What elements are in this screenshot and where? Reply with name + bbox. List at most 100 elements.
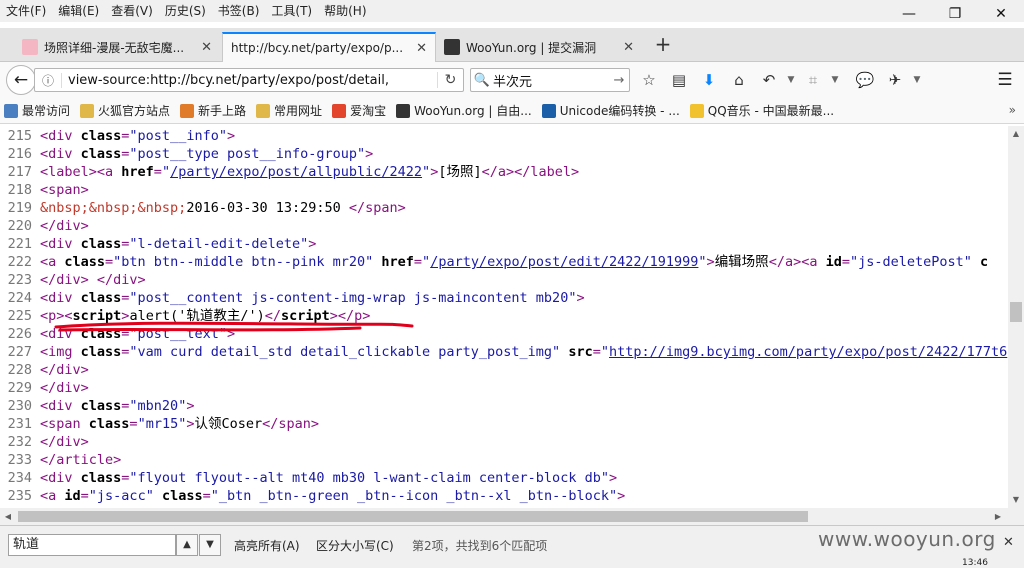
find-input[interactable]: 轨道: [8, 534, 176, 556]
url-bar[interactable]: ⓘ view-source:http://bcy.net/party/expo/…: [34, 68, 464, 92]
find-prev-button[interactable]: ▲: [176, 534, 198, 556]
highlight-all-toggle[interactable]: 高亮所有(A): [234, 537, 300, 554]
bookmarks-overflow-button[interactable]: »: [1009, 103, 1016, 117]
find-next-button[interactable]: ▼: [199, 534, 221, 556]
source-line: 220 </div>: [0, 217, 1008, 235]
line-number: 230: [7, 398, 32, 414]
reading-list-icon[interactable]: ▤: [664, 65, 694, 95]
code-token[interactable]: /party/expo/post/edit/2422/191999: [430, 254, 698, 270]
menu-item[interactable]: 编辑(E): [52, 0, 105, 22]
menu-item[interactable]: 历史(S): [159, 0, 212, 22]
scroll-down-icon[interactable]: ▼: [1008, 492, 1024, 508]
code-token: class: [80, 146, 122, 162]
code-token: >: [226, 326, 236, 342]
tab-3[interactable]: WooYun.org | 提交漏洞 ✕: [436, 32, 642, 62]
line-number: 217: [7, 164, 32, 180]
menu-item[interactable]: 工具(T): [265, 0, 318, 22]
page-info-icon[interactable]: ⓘ: [35, 72, 61, 89]
scroll-up-icon[interactable]: ▲: [1008, 126, 1024, 142]
code-token: 2016-03-30 13:29:50: [186, 200, 349, 216]
crop-dropdown-icon[interactable]: ▼: [828, 65, 842, 95]
code-token: alert('轨道教主/'): [129, 308, 265, 324]
match-case-toggle[interactable]: 区分大小写(C): [316, 537, 394, 554]
minimize-button[interactable]: —: [886, 0, 932, 28]
bookmark-item[interactable]: 最常访问: [4, 102, 70, 119]
restore-button[interactable]: ❐: [932, 0, 978, 28]
source-line: 221 <div class="l-detail-edit-delete">: [0, 235, 1008, 253]
bookmark-item[interactable]: 常用网址: [256, 102, 322, 119]
line-number: 231: [7, 416, 32, 432]
bookmark-star-icon[interactable]: ☆: [634, 65, 664, 95]
back-button[interactable]: ←: [6, 65, 36, 95]
code-token[interactable]: /party/expo/post/allpublic/2422: [170, 164, 422, 180]
tab-close-icon[interactable]: ✕: [623, 40, 634, 55]
line-number: 226: [7, 326, 32, 342]
search-bar[interactable]: 🔍 半次元 →: [470, 68, 630, 92]
bookmark-label: 新手上路: [198, 104, 247, 118]
source-line: 222 <a class="btn btn--middle btn--pink m…: [0, 253, 1008, 271]
tab-close-icon[interactable]: ✕: [201, 40, 212, 55]
reload-icon[interactable]: ↻: [437, 72, 463, 88]
code-token: </span>: [348, 200, 406, 216]
menu-item[interactable]: 书签(B): [212, 0, 266, 22]
bookmark-item[interactable]: 爱淘宝: [332, 102, 386, 119]
bookmark-item[interactable]: Unicode编码转换 - ...: [541, 102, 680, 119]
code-token[interactable]: http://img9.bcyimg.com/party/expo/post/2…: [609, 344, 1007, 360]
source-view: 215 <div class="post__info"> 216 <div class…: [0, 126, 1008, 508]
bookmark-item[interactable]: QQ音乐 - 中国最新最...: [689, 102, 834, 119]
menu-icon[interactable]: ☰: [990, 65, 1020, 95]
horizontal-scrollbar[interactable]: ◀ ▶: [0, 508, 1008, 525]
source-line: 217 <label><a href="/party/expo/post/allp…: [0, 163, 1008, 181]
vertical-scrollbar[interactable]: ▲ ▼: [1008, 126, 1024, 508]
vertical-scroll-thumb[interactable]: [1010, 302, 1022, 322]
menu-item[interactable]: 查看(V): [105, 0, 159, 22]
code-token: =: [153, 164, 162, 180]
extension-icon[interactable]: ✈: [880, 65, 910, 95]
extension-dropdown-icon[interactable]: ▼: [910, 65, 924, 95]
menu-item[interactable]: 帮助(H): [318, 0, 372, 22]
source-line: 228 </div>: [0, 361, 1008, 379]
home-icon[interactable]: ⌂: [724, 65, 754, 95]
tab-2[interactable]: http://bcy.net/party/expo/p... ✕: [222, 32, 436, 62]
new-tab-button[interactable]: +: [652, 34, 674, 56]
menu-item[interactable]: 文件(F): [0, 0, 52, 22]
code-token: class: [80, 326, 122, 342]
url-text[interactable]: view-source:http://bcy.net/party/expo/po…: [61, 72, 437, 88]
code-token: "flyout flyout--alt mt40 mb30 l-want-cla…: [129, 470, 609, 486]
tab-1[interactable]: 场照详细-漫展-无敌宅魔... ✕: [14, 32, 220, 62]
undo-dropdown-icon[interactable]: ▼: [784, 65, 798, 95]
bookmark-item[interactable]: WooYun.org | 自由...: [396, 102, 532, 119]
bookmark-icon: [541, 103, 556, 118]
code-token: "mr15": [137, 416, 187, 432]
source-line: 234 <div class="flyout flyout--alt mt40 m…: [0, 469, 1008, 487]
watermark: www.wooyun.org: [818, 527, 996, 551]
code-token: >: [186, 398, 195, 414]
code-token: >: [706, 254, 715, 270]
horizontal-scroll-thumb[interactable]: [18, 511, 808, 522]
crop-icon[interactable]: ⌗: [798, 65, 828, 95]
undo-icon[interactable]: ↶: [754, 65, 784, 95]
line-number: 218: [7, 182, 32, 198]
source-line: 232 </div>: [0, 433, 1008, 451]
code-token: =: [413, 254, 423, 270]
search-input[interactable]: 半次元: [493, 71, 609, 90]
find-close-icon[interactable]: ✕: [1003, 535, 1014, 550]
code-token: "btn btn--middle btn--pink mr20": [113, 254, 382, 270]
close-window-button[interactable]: ✕: [978, 0, 1024, 28]
bookmark-item[interactable]: 火狐官方站点: [80, 102, 170, 119]
scroll-right-icon[interactable]: ▶: [990, 508, 1006, 525]
source-line: 219 &nbsp;&nbsp;&nbsp;2016-03-30 13:29:50…: [0, 199, 1008, 217]
line-number: 216: [7, 146, 32, 162]
search-go-icon[interactable]: →: [609, 73, 629, 88]
source-line: 216 <div class="post__type post__info-gro…: [0, 145, 1008, 163]
download-icon[interactable]: ⬇: [694, 65, 724, 95]
chat-icon[interactable]: 💬: [850, 65, 880, 95]
scroll-left-icon[interactable]: ◀: [0, 508, 16, 525]
code-token: ": [422, 164, 431, 180]
bookmark-item[interactable]: 新手上路: [180, 102, 246, 119]
line-number: 215: [7, 128, 32, 144]
code-token: class: [80, 398, 122, 414]
code-token: >: [576, 290, 585, 306]
tab-close-icon[interactable]: ✕: [416, 41, 427, 56]
bookmark-icon: [4, 103, 18, 118]
